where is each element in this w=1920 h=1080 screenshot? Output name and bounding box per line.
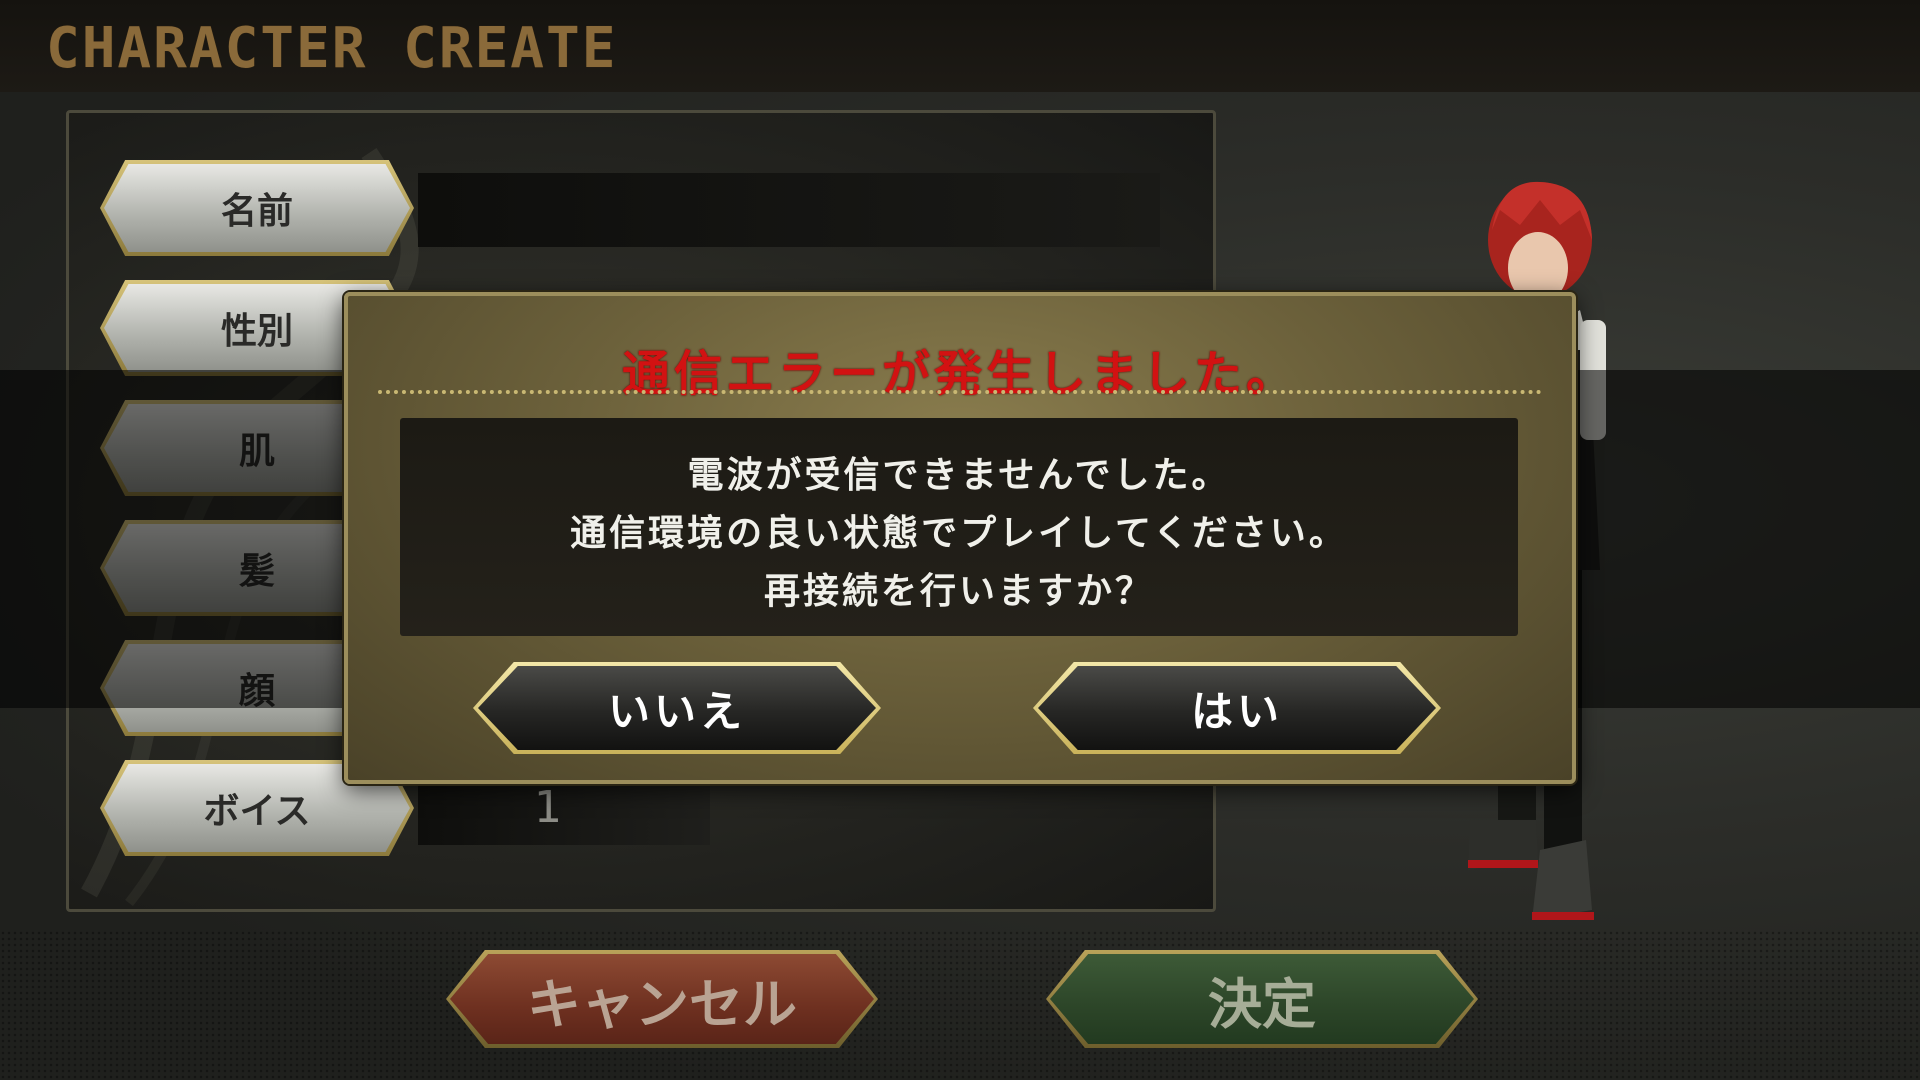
confirm-button[interactable]: 決定 [1050, 954, 1474, 1044]
title-bar: CHARACTER CREATE [0, 0, 1920, 92]
dialog-message-box: 電波が受信できませんでした。 通信環境の良い状態でプレイしてください。 再接続を… [400, 418, 1518, 636]
voice-field[interactable] [418, 775, 710, 845]
screen-title: CHARACTER CREATE [46, 16, 618, 81]
dialog-message-line: 電波が受信できませんでした。 [687, 454, 1231, 496]
yes-button[interactable]: はい [1038, 666, 1436, 750]
bottom-bar [0, 930, 1920, 1080]
dialog-message-line: 通信環境の良い状態でプレイしてください。 [570, 512, 1348, 554]
cancel-button[interactable]: キャンセル [450, 954, 874, 1044]
game-screen: CHARACTER CREATE 名前 性別 肌 髪 顔 ボイス 1 [0, 0, 1920, 1080]
dialog-message-line: 再接続を行いますか？ [763, 570, 1154, 612]
no-button[interactable]: いいえ [478, 666, 876, 750]
voice-value: 1 [534, 782, 562, 833]
name-label[interactable]: 名前 [104, 164, 410, 252]
name-input[interactable] [418, 173, 1160, 247]
dialog-divider [378, 390, 1542, 394]
error-dialog: 通信エラーが発生しました。 電波が受信できませんでした。 通信環境の良い状態でプ… [344, 292, 1576, 784]
